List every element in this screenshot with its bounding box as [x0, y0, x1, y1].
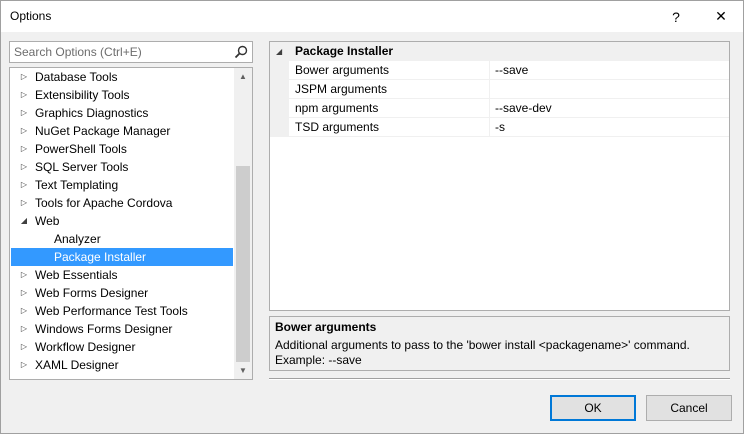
collapse-arrow-icon[interactable]: ◢	[19, 212, 29, 230]
description-title: Bower arguments	[275, 320, 377, 334]
expand-arrow-icon[interactable]: ▷	[19, 356, 29, 374]
column-divider	[489, 61, 490, 80]
close-button[interactable]: ✕	[698, 1, 744, 32]
tree-item-label: Windows Forms Designer	[35, 322, 173, 336]
column-divider	[489, 99, 490, 118]
tree-item-label: PowerShell Tools	[35, 142, 127, 156]
tree-item-database-tools[interactable]: ▷ Database Tools	[11, 68, 233, 86]
property-name: JSPM arguments	[295, 82, 388, 96]
tree-item-package-installer[interactable]: Package Installer	[11, 248, 233, 266]
property-row[interactable]: Bower arguments --save	[270, 61, 729, 80]
expand-arrow-icon[interactable]: ▷	[19, 302, 29, 320]
property-value[interactable]: -s	[495, 118, 505, 136]
tree-item-graphics-diagnostics[interactable]: ▷ Graphics Diagnostics	[11, 104, 233, 122]
tree-item-tools-for-apache-cordova[interactable]: ▷ Tools for Apache Cordova	[11, 194, 233, 212]
tree-item-xaml-designer[interactable]: ▷ XAML Designer	[11, 356, 233, 374]
row-gutter	[270, 61, 289, 80]
expand-arrow-icon[interactable]: ▷	[19, 86, 29, 104]
tree-item-sql-server-tools[interactable]: ▷ SQL Server Tools	[11, 158, 233, 176]
scroll-down-icon[interactable]: ▼	[234, 362, 252, 379]
tree-item-label: XAML Designer	[35, 358, 119, 372]
property-value[interactable]: --save	[495, 61, 528, 79]
expand-arrow-icon[interactable]: ▷	[19, 122, 29, 140]
tree-item-windows-forms-designer[interactable]: ▷ Windows Forms Designer	[11, 320, 233, 338]
options-dialog: Options ? ✕ ▷ Database Tools ▷ Extensibi…	[0, 0, 744, 434]
property-category[interactable]: ◢ Package Installer	[270, 42, 729, 61]
tree-item-workflow-designer[interactable]: ▷ Workflow Designer	[11, 338, 233, 356]
property-name: TSD arguments	[295, 120, 380, 134]
tree-item-powershell-tools[interactable]: ▷ PowerShell Tools	[11, 140, 233, 158]
expand-arrow-icon[interactable]: ▷	[19, 284, 29, 302]
description-line: Example: --save	[275, 353, 362, 367]
expand-arrow-icon[interactable]: ▷	[19, 104, 29, 122]
search-input[interactable]	[10, 42, 232, 62]
title-bar: Options ? ✕	[1, 1, 743, 32]
tree-item-label: Extensibility Tools	[35, 88, 130, 102]
description-line: Additional arguments to pass to the 'bow…	[275, 338, 690, 352]
scroll-up-icon[interactable]: ▲	[234, 68, 252, 85]
tree-item-analyzer[interactable]: Analyzer	[11, 230, 233, 248]
tree-item-label: Package Installer	[54, 250, 147, 264]
scroll-thumb[interactable]	[236, 166, 250, 362]
description-panel: Bower arguments Additional arguments to …	[269, 316, 730, 371]
tree-item-label: SQL Server Tools	[35, 160, 129, 174]
property-row[interactable]: npm arguments --save-dev	[270, 99, 729, 118]
expand-arrow-icon[interactable]: ▷	[19, 320, 29, 338]
cancel-button[interactable]: Cancel	[646, 395, 732, 421]
tree-item-web-essentials[interactable]: ▷ Web Essentials	[11, 266, 233, 284]
expand-arrow-icon[interactable]: ▷	[19, 158, 29, 176]
search-box	[9, 41, 253, 63]
tree-item-extensibility-tools[interactable]: ▷ Extensibility Tools	[11, 86, 233, 104]
window-title: Options	[10, 9, 52, 23]
row-gutter	[270, 80, 289, 99]
property-grid: ◢ Package Installer Bower arguments --sa…	[269, 41, 730, 311]
tree-item-text-templating[interactable]: ▷ Text Templating	[11, 176, 233, 194]
property-row[interactable]: TSD arguments -s	[270, 118, 729, 137]
tree-item-label: Web Essentials	[35, 268, 118, 282]
expand-arrow-icon[interactable]: ▷	[19, 176, 29, 194]
tree-item-web[interactable]: ◢ Web	[11, 212, 233, 230]
tree-item-web-forms-designer[interactable]: ▷ Web Forms Designer	[11, 284, 233, 302]
tree-item-label: Graphics Diagnostics	[35, 106, 149, 120]
help-button[interactable]: ?	[653, 1, 699, 32]
tree-item-label: Text Templating	[35, 178, 119, 192]
tree-item-label: Tools for Apache Cordova	[35, 196, 173, 210]
tree-item-label: Database Tools	[35, 70, 118, 84]
row-gutter	[270, 118, 289, 137]
tree-item-label: Web Forms Designer	[35, 286, 149, 300]
tree-item-label: Web Performance Test Tools	[35, 304, 188, 318]
options-tree: ▷ Database Tools ▷ Extensibility Tools ▷…	[9, 67, 253, 380]
ok-button[interactable]: OK	[550, 395, 636, 421]
expand-arrow-icon[interactable]: ▷	[19, 194, 29, 212]
tree-item-label: Workflow Designer	[35, 340, 136, 354]
divider	[269, 378, 730, 380]
tree-item-nuget-package-manager[interactable]: ▷ NuGet Package Manager	[11, 122, 233, 140]
tree-item-label: NuGet Package Manager	[35, 124, 171, 138]
category-label: Package Installer	[295, 44, 394, 58]
column-divider	[489, 80, 490, 99]
expand-arrow-icon[interactable]: ▷	[19, 140, 29, 158]
tree-item-label: Analyzer	[54, 232, 101, 246]
collapse-arrow-icon[interactable]: ◢	[276, 42, 282, 61]
search-icon[interactable]	[234, 45, 248, 59]
tree-item-label: Web	[35, 214, 60, 228]
expand-arrow-icon[interactable]: ▷	[19, 338, 29, 356]
tree-item-web-performance-test-tools[interactable]: ▷ Web Performance Test Tools	[11, 302, 233, 320]
description-text: Additional arguments to pass to the 'bow…	[275, 338, 725, 368]
property-name: Bower arguments	[295, 63, 390, 77]
expand-arrow-icon[interactable]: ▷	[19, 68, 29, 86]
property-row[interactable]: JSPM arguments	[270, 80, 729, 99]
expand-arrow-icon[interactable]: ▷	[19, 266, 29, 284]
property-value[interactable]: --save-dev	[495, 99, 552, 117]
tree-scrollbar[interactable]: ▲ ▼	[234, 68, 252, 379]
property-name: npm arguments	[295, 101, 379, 115]
row-gutter	[270, 99, 289, 118]
column-divider	[489, 118, 490, 137]
